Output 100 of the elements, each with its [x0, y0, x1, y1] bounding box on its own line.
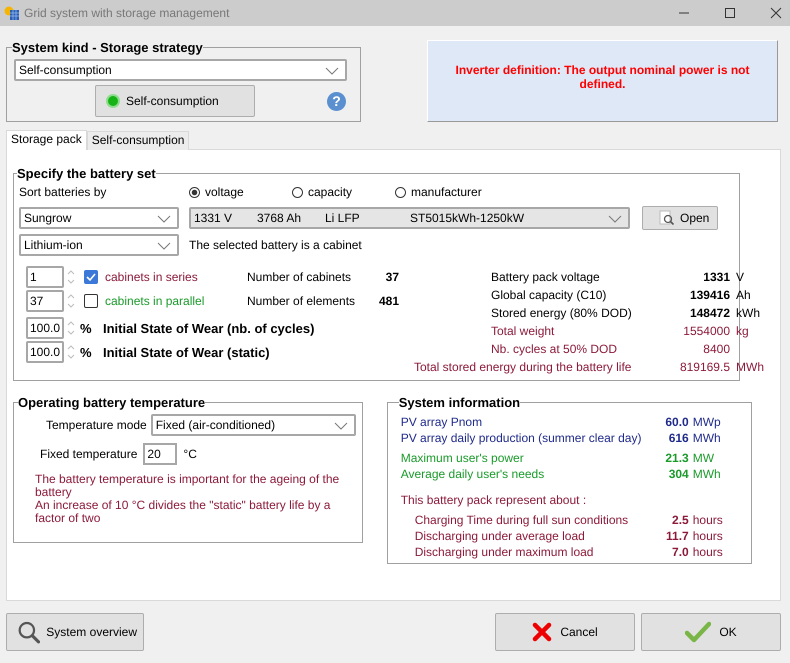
info-label: This battery pack represent about : — [400, 493, 588, 507]
info-label: Average daily user's needs — [400, 467, 546, 481]
unit-label: kWh — [736, 306, 761, 320]
radio-button[interactable]: manufacturer — [395, 185, 482, 199]
unit-label: MWh — [692, 431, 722, 445]
info-value: 304 — [668, 467, 690, 481]
count-value: 481 — [378, 294, 399, 308]
info-value: 616 — [668, 431, 690, 445]
pack-value: 1331 — [702, 270, 731, 284]
battery-dropdown[interactable]: 1331 V 3768 Ah Li LFP ST5015kWh-1250kW — [189, 207, 630, 229]
close-icon[interactable] — [770, 7, 782, 19]
unit-label: V — [736, 270, 746, 284]
unit-label: °C — [183, 447, 197, 461]
count-label: Number of cabinets — [247, 270, 352, 284]
chevron-icon — [334, 422, 348, 430]
unit-label: hours — [692, 545, 724, 559]
group-title: System information — [398, 395, 520, 410]
pack-value: 819169.5 — [678, 360, 731, 374]
sort-label: Sort batteries by — [19, 185, 108, 199]
unit-label: % — [80, 320, 93, 336]
info-value: 60.0 — [664, 415, 690, 429]
radio-icon[interactable] — [189, 186, 200, 198]
group-title: Operating battery temperature — [18, 395, 206, 410]
mode-label: Temperature mode — [46, 418, 147, 432]
search-icon — [17, 619, 40, 645]
radio-icon[interactable] — [395, 186, 406, 198]
file-search-icon — [659, 210, 675, 226]
strategy-dropdown[interactable]: Self-consumption — [14, 59, 347, 81]
number-field[interactable]: 1 — [26, 266, 64, 288]
number-field[interactable]: 37 — [26, 290, 64, 312]
number-field[interactable]: 100.0 — [26, 317, 64, 339]
pack-value: 148472 — [688, 306, 731, 320]
checkbox-label: cabinets in series — [105, 270, 199, 284]
maximize-icon[interactable] — [724, 7, 736, 19]
group-title: System kind - Storage strategy — [12, 40, 203, 55]
check-icon — [685, 621, 712, 643]
checkbox-label: cabinets in parallel — [105, 294, 206, 308]
unit-label: MWh — [692, 467, 722, 481]
pack-value: 8400 — [702, 342, 731, 356]
chevron-icon — [325, 67, 339, 75]
radio-button[interactable]: voltage — [189, 185, 292, 199]
info-value: 7.0 — [671, 545, 690, 559]
radio-icon[interactable] — [292, 186, 303, 198]
count-value: 37 — [384, 270, 399, 284]
open-button[interactable]: Open — [642, 206, 718, 230]
technology-dropdown[interactable]: Lithium-ion — [19, 234, 179, 256]
info-label: PV array Pnom — [400, 415, 484, 429]
cross-icon — [532, 622, 552, 642]
tab[interactable]: Storage pack — [6, 130, 87, 150]
unit-label: Ah — [736, 288, 752, 302]
checkbox[interactable] — [84, 270, 98, 284]
pack-value: 1554000 — [682, 324, 731, 338]
unit-label: MW — [692, 451, 716, 465]
temperature-label: Fixed temperature — [40, 447, 138, 461]
ok-button[interactable]: OK — [641, 613, 781, 651]
unit-label: hours — [692, 513, 724, 527]
window-title: Grid system with storage management — [24, 6, 230, 20]
info-label: Discharging under maximum load — [414, 545, 594, 559]
solar-panel-icon — [4, 5, 20, 21]
checkbox[interactable] — [84, 294, 98, 308]
pack-label: Battery pack voltage — [490, 270, 601, 284]
number-field[interactable]: 100.0 — [26, 341, 64, 363]
info-value: 11.7 — [665, 529, 690, 543]
temperature-note: The battery temperature is important for the ageing of the battery — [35, 473, 340, 499]
info-value: 21.3 — [664, 451, 690, 465]
info-label: Discharging under average load — [414, 529, 586, 543]
wear-label: Initial State of Wear (static) — [103, 344, 270, 360]
info-label: Charging Time during full sun conditions — [414, 513, 630, 527]
status-light-icon — [105, 93, 121, 109]
wear-label: Initial State of Wear (nb. of cycles) — [103, 320, 314, 336]
error-message: Inverter definition: The output nominal power is not defined. — [427, 40, 778, 122]
strategy-button[interactable]: Self-consumption — [95, 85, 255, 117]
system-overview-button[interactable]: System overview — [6, 613, 144, 651]
pack-label: Total stored energy during the battery life — [414, 360, 632, 374]
chevron-icon — [608, 215, 622, 223]
unit-label: MWh — [736, 360, 765, 374]
unit-label: % — [80, 344, 93, 360]
pack-label: Total weight — [490, 324, 556, 338]
info-value: 2.5 — [671, 513, 690, 527]
info-label: PV array daily production (summer clear day) — [400, 431, 642, 445]
pack-label: Stored energy (80% DOD) — [490, 306, 633, 320]
pack-label: Nb. cycles at 50% DOD — [490, 342, 618, 356]
temperature-note: An increase of 10 °C divides the "static" battery life by a factor of two — [35, 499, 332, 525]
count-label: Number of elements — [247, 294, 356, 308]
unit-label: MWp — [692, 415, 722, 429]
temperature-mode-dropdown[interactable]: Fixed (air-conditioned) — [150, 414, 356, 436]
unit-label: kg — [736, 324, 750, 338]
chevron-icon — [157, 215, 171, 223]
radio-button[interactable]: capacity — [292, 185, 395, 199]
temperature-field[interactable]: 20 — [143, 443, 178, 465]
group-title: Specify the battery set — [17, 166, 156, 181]
chevron-icon — [157, 242, 171, 250]
manufacturer-dropdown[interactable]: Sungrow — [19, 207, 179, 229]
pack-value: 139416 — [688, 288, 731, 302]
info-label: Maximum user's power — [400, 451, 525, 465]
cancel-button[interactable]: Cancel — [495, 613, 635, 651]
pack-label: Global capacity (C10) — [490, 288, 608, 302]
battery-note: The selected battery is a cabinet — [189, 238, 362, 252]
tab[interactable]: Self-consumption — [86, 131, 190, 150]
unit-label: hours — [692, 529, 724, 543]
